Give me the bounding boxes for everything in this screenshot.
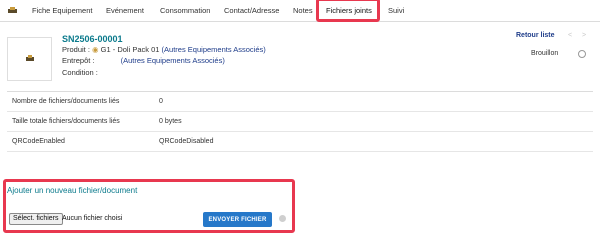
info-key: QRCodeEnabled (12, 138, 65, 145)
info-key: Taille totale fichiers/documents liés (12, 118, 120, 125)
upload-title: Ajouter un nouveau fichier/document (7, 186, 138, 195)
info-value: 0 (159, 98, 163, 105)
product-associated-link[interactable]: (Autres Equipements Associés) (162, 45, 266, 54)
equipment-image-icon (26, 55, 34, 61)
tab-fiche-equipement[interactable]: Fiche Equipement (32, 6, 92, 15)
warehouse-associated-link[interactable]: (Autres Equipements Associés) (121, 56, 225, 65)
equipment-ref: SN2506-00001 (62, 34, 123, 44)
tab-bar: Fiche Equipement Evénement Consommation … (0, 0, 600, 22)
send-file-button[interactable]: ENVOYER FICHIER (203, 212, 272, 227)
table-row: Taille totale fichiers/documents liés 0 … (7, 112, 593, 132)
warehouse-line: Entrepôt : (Autres Equipements Associés) (62, 56, 225, 65)
tab-evenement[interactable]: Evénement (106, 6, 144, 15)
info-key: Nombre de fichiers/documents liés (12, 98, 120, 105)
product-line: Produit : ◉ G1 - Doli Pack 01 (Autres Eq… (62, 45, 266, 54)
status-label: Brouillon (531, 50, 559, 57)
product-box-icon: ◉ (92, 45, 99, 54)
info-table: Nombre de fichiers/documents liés 0 Tail… (7, 91, 593, 152)
product-name[interactable]: G1 - Doli Pack 01 (101, 45, 160, 54)
choose-file-button[interactable]: Sélect. fichiers (9, 213, 63, 225)
tab-highlight-frame (316, 0, 380, 22)
no-file-text: Aucun fichier choisi (62, 215, 123, 222)
warehouse-label: Entrepôt : (62, 56, 95, 65)
condition-label: Condition : (62, 68, 98, 77)
tab-notes[interactable]: Notes (293, 6, 313, 15)
info-value: QRCodeDisabled (159, 138, 214, 145)
app-logo-icon[interactable] (8, 7, 17, 14)
tab-suivi[interactable]: Suivi (388, 6, 404, 15)
prev-record-icon[interactable]: < (568, 32, 572, 39)
help-icon[interactable] (279, 215, 286, 222)
next-record-icon[interactable]: > (582, 32, 586, 39)
equipment-thumbnail (7, 37, 52, 81)
status-circle-icon (578, 50, 586, 58)
product-label: Produit : (62, 45, 90, 54)
back-to-list-link[interactable]: Retour liste (516, 32, 555, 39)
tab-consommation[interactable]: Consommation (160, 6, 210, 15)
condition-line: Condition : (62, 68, 98, 77)
table-row: Nombre de fichiers/documents liés 0 (7, 92, 593, 112)
info-value: 0 bytes (159, 118, 182, 125)
table-row: QRCodeEnabled QRCodeDisabled (7, 132, 593, 152)
tab-contact-adresse[interactable]: Contact/Adresse (224, 6, 279, 15)
